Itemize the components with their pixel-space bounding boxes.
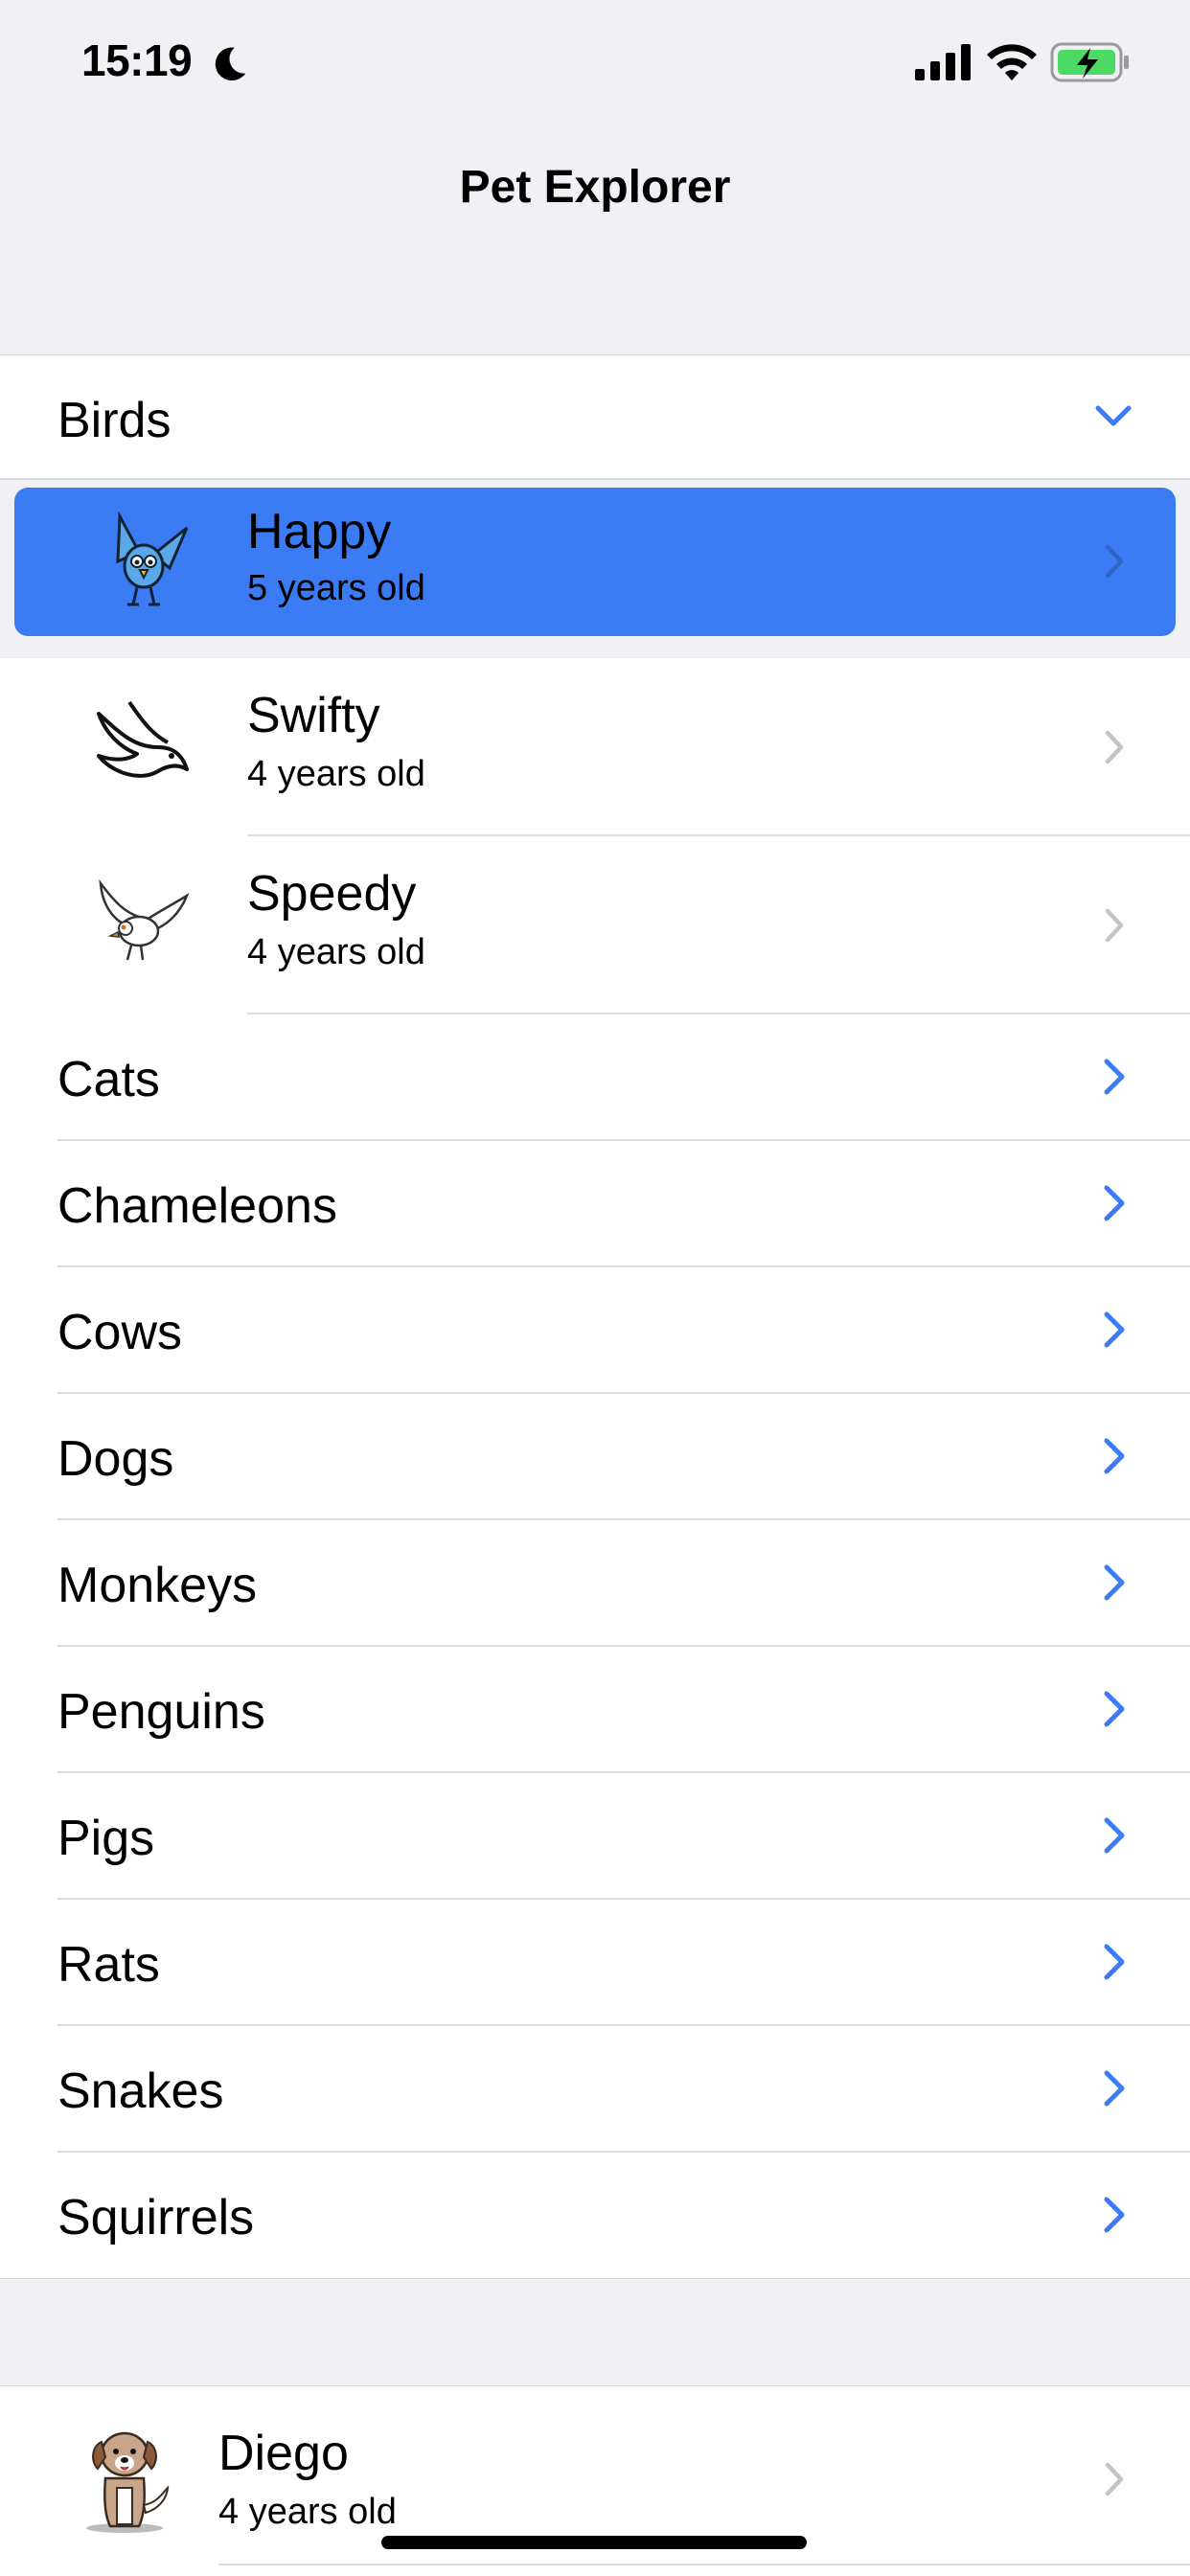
group-row-pigs[interactable]: Pigs bbox=[0, 1773, 1190, 1898]
status-time: 15:19 bbox=[81, 35, 193, 85]
chevron-right-icon bbox=[1104, 2197, 1125, 2233]
pet-name: Swifty bbox=[247, 688, 380, 743]
pet-groups-list: Birds Happy 5 years old Swifty 4 years o… bbox=[0, 354, 1190, 2279]
group-label: Rats bbox=[57, 1937, 160, 1993]
group-row-rats[interactable]: Rats bbox=[0, 1900, 1190, 2024]
chevron-down-icon bbox=[1095, 405, 1132, 426]
group-label: Pigs bbox=[57, 1811, 155, 1866]
group-row-monkeys[interactable]: Monkeys bbox=[0, 1520, 1190, 1645]
battery-charging-icon bbox=[1050, 42, 1129, 82]
chevron-right-icon bbox=[1105, 544, 1124, 579]
chevron-right-icon bbox=[1105, 730, 1124, 764]
chevron-right-icon bbox=[1104, 1059, 1125, 1095]
chevron-right-icon bbox=[1104, 1311, 1125, 1348]
white-bird-icon bbox=[99, 878, 190, 961]
group-label: Chameleons bbox=[57, 1178, 337, 1234]
chevron-right-icon bbox=[1104, 1564, 1125, 1601]
page-title: Pet Explorer bbox=[459, 162, 731, 213]
divider bbox=[218, 2564, 1190, 2565]
chevron-right-icon bbox=[1104, 2070, 1125, 2107]
pet-age: 4 years old bbox=[247, 932, 425, 972]
chevron-right-icon bbox=[1104, 1185, 1125, 1221]
chevron-right-icon bbox=[1105, 908, 1124, 943]
group-row-penguins[interactable]: Penguins bbox=[0, 1647, 1190, 1771]
pet-age: 4 years old bbox=[218, 2492, 397, 2532]
group-label: Birds bbox=[57, 393, 172, 448]
chevron-right-icon bbox=[1104, 1944, 1125, 1980]
group-label: Snakes bbox=[57, 2063, 224, 2119]
group-row-snakes[interactable]: Snakes bbox=[0, 2026, 1190, 2151]
pet-row-speedy[interactable]: Speedy 4 years old bbox=[0, 836, 1190, 1014]
cellular-signal-icon bbox=[915, 44, 971, 80]
group-label: Penguins bbox=[57, 1684, 265, 1740]
pet-name: Happy bbox=[247, 504, 392, 559]
chevron-right-icon bbox=[1104, 1438, 1125, 1474]
wifi-icon bbox=[987, 44, 1037, 80]
group-label: Cats bbox=[57, 1052, 160, 1107]
swift-bird-icon bbox=[97, 700, 189, 778]
group-row-cows[interactable]: Cows bbox=[0, 1267, 1190, 1392]
chevron-right-icon bbox=[1105, 2462, 1124, 2496]
pet-name: Speedy bbox=[247, 866, 417, 922]
group-label: Monkeys bbox=[57, 1558, 258, 1613]
dog-icon bbox=[86, 2431, 170, 2533]
moon-icon bbox=[215, 47, 246, 81]
group-label: Squirrels bbox=[57, 2190, 255, 2245]
group-label: Cows bbox=[57, 1305, 183, 1360]
blue-bird-icon bbox=[116, 511, 189, 606]
group-label: Dogs bbox=[57, 1431, 174, 1487]
chevron-right-icon bbox=[1104, 1691, 1125, 1727]
group-row-squirrels[interactable]: Squirrels bbox=[0, 2153, 1190, 2277]
pet-name: Diego bbox=[218, 2426, 349, 2481]
pet-row-swifty[interactable]: Swifty 4 years old bbox=[0, 658, 1190, 836]
pet-age: 4 years old bbox=[247, 754, 425, 794]
group-row-dogs[interactable]: Dogs bbox=[0, 1394, 1190, 1518]
chevron-right-icon bbox=[1104, 1817, 1125, 1854]
group-row-cats[interactable]: Cats bbox=[0, 1014, 1190, 1139]
home-indicator bbox=[381, 2536, 807, 2549]
group-row-birds[interactable]: Birds bbox=[0, 355, 1190, 480]
pet-age: 5 years old bbox=[247, 568, 425, 608]
group-row-chameleons[interactable]: Chameleons bbox=[0, 1141, 1190, 1265]
pet-row-happy[interactable]: Happy 5 years old bbox=[0, 480, 1190, 658]
